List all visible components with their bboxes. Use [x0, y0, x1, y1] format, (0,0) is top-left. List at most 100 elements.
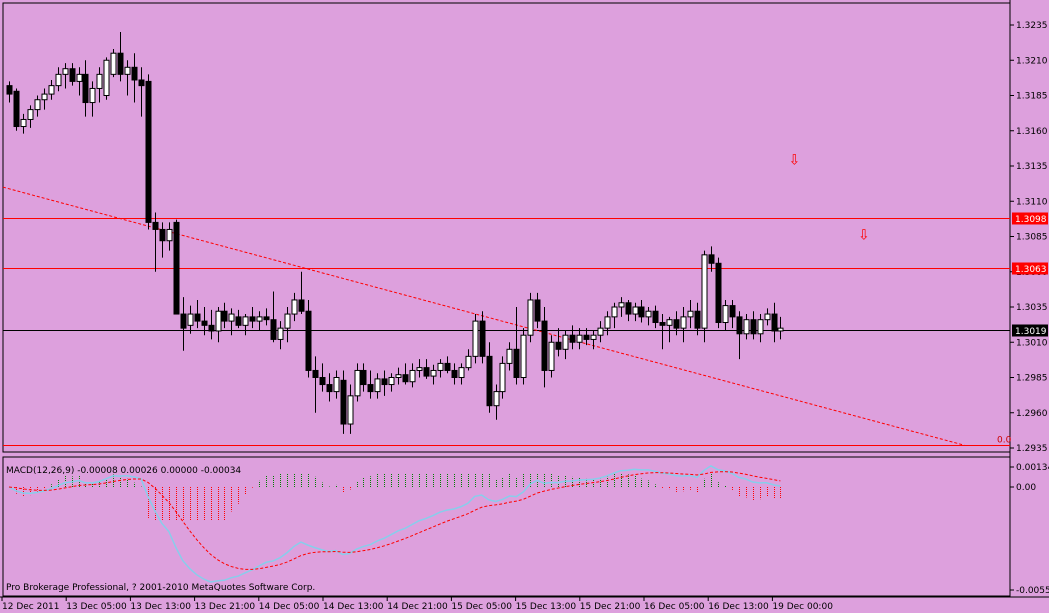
bear-candle	[486, 355, 493, 407]
time-tick-label: 13 Dec 21:00	[195, 602, 256, 612]
down-arrow-icon[interactable]: ⇩	[858, 227, 870, 243]
bear-candle	[159, 228, 166, 242]
macd-label: MACD(12,26,9) -0.00008 0.00026 0.00000 -…	[6, 466, 241, 476]
bear-candle	[479, 320, 486, 357]
bull-candle	[548, 341, 555, 371]
bear-candle	[312, 369, 319, 379]
bear-candle	[131, 66, 138, 81]
time-tick-label: 15 Dec 13:00	[516, 602, 577, 612]
horizontal-levels[interactable]: 1.3098 1.3063 1.3019 0.0	[3, 212, 1048, 446]
bull-candle	[41, 93, 48, 101]
bear-candle	[152, 221, 159, 230]
trendline[interactable]	[2, 186, 965, 446]
time-tick-label: 16 Dec 13:00	[708, 602, 769, 612]
time-tick-label: 16 Dec 05:00	[644, 602, 705, 612]
candles	[6, 32, 784, 434]
down-arrow-icon[interactable]: ⇩	[788, 153, 800, 169]
macd-pane-frame	[2, 456, 1011, 597]
bull-candle	[76, 73, 83, 82]
bull-candle	[395, 374, 402, 378]
bear-candle	[555, 341, 562, 350]
bear-candle	[402, 374, 409, 383]
price-tick-label: 1.3135	[1016, 162, 1048, 172]
bull-candle	[576, 334, 583, 343]
price-tick-label: 1.3085	[1016, 233, 1048, 243]
bear-candle	[201, 320, 208, 326]
bull-candle	[611, 306, 618, 318]
bull-candle	[437, 362, 444, 371]
bull-candle	[110, 52, 117, 75]
bear-candle	[235, 316, 242, 326]
bull-candle	[284, 313, 291, 329]
macd-tick-label: 0.00134	[1016, 463, 1049, 473]
bull-candle	[242, 316, 249, 326]
bear-candle	[771, 313, 778, 332]
time-tick-label: 14 Dec 21:00	[387, 602, 448, 612]
price-chart[interactable]: 1.3235 1.3210 1.3185 1.3160 1.3135 1.3110 1.30…	[0, 0, 1049, 613]
bull-candle	[228, 313, 235, 322]
bear-candle	[298, 299, 305, 312]
dashed-trendline	[2, 186, 965, 446]
bull-candle	[277, 327, 284, 340]
bear-candle	[715, 262, 722, 324]
bull-candle	[347, 395, 354, 425]
bull-candle	[506, 348, 513, 364]
bull-candle	[597, 327, 604, 336]
bull-candle	[103, 59, 110, 96]
time-tick-label: 13 Dec 13:00	[130, 602, 191, 612]
price-tick-label: 1.3010	[1016, 338, 1048, 348]
price-tick-label: 1.3185	[1016, 92, 1048, 102]
bear-candle	[138, 79, 145, 87]
bear-candle	[381, 378, 388, 386]
bear-candle	[750, 319, 757, 335]
bear-candle	[673, 319, 680, 329]
bull-candle	[354, 369, 361, 397]
bear-candle	[534, 299, 541, 322]
price-tick-label: 1.3160	[1016, 127, 1048, 137]
bull-candle	[430, 369, 437, 377]
bear-candle	[326, 384, 333, 393]
bear-candle	[319, 377, 326, 386]
macd-indicator: 0.00134 0.00 -0.0055	[8, 463, 1049, 596]
bull-candle	[409, 369, 416, 383]
bull-candle	[256, 316, 263, 322]
bear-candle	[736, 316, 743, 335]
bull-candle	[291, 299, 298, 315]
price-tick-label: 1.3235	[1016, 21, 1048, 31]
bear-candle	[117, 52, 124, 75]
bear-candle	[360, 369, 367, 386]
bull-candle	[562, 334, 569, 350]
price-tick-label: 1.2985	[1016, 374, 1048, 384]
bull-candle	[618, 302, 625, 308]
bear-candle	[13, 90, 20, 128]
arrow-markers[interactable]: ⇩⇩	[788, 153, 869, 244]
bull-candle	[764, 313, 771, 321]
bear-candle	[249, 316, 256, 322]
bear-candle	[583, 334, 590, 340]
level-price-label: 1.3063	[1015, 265, 1047, 275]
bull-candle	[743, 319, 750, 335]
macd-tick-label: 0.00	[1016, 483, 1036, 493]
bull-candle	[96, 73, 103, 89]
bear-candle	[173, 221, 180, 315]
price-tick-label: 1.3210	[1016, 56, 1048, 66]
bull-candle	[520, 334, 527, 379]
bear-candle	[569, 334, 576, 343]
bull-candle	[472, 320, 479, 357]
bear-candle	[208, 324, 215, 332]
bear-candle	[145, 80, 152, 223]
bull-candle	[604, 316, 611, 329]
bull-candle	[62, 68, 69, 75]
bull-candle	[55, 73, 62, 87]
bull-candle	[374, 378, 381, 393]
bear-candle	[82, 73, 89, 104]
bull-candle	[527, 299, 534, 336]
bull-candle	[388, 377, 395, 386]
bear-candle	[6, 85, 13, 95]
bear-candle	[729, 305, 736, 318]
bear-candle	[180, 313, 187, 329]
price-tick-label: 1.2960	[1016, 409, 1048, 419]
fib-zero-label: 0.0	[997, 436, 1012, 446]
bull-candle	[20, 118, 27, 128]
bear-candle	[367, 384, 374, 393]
